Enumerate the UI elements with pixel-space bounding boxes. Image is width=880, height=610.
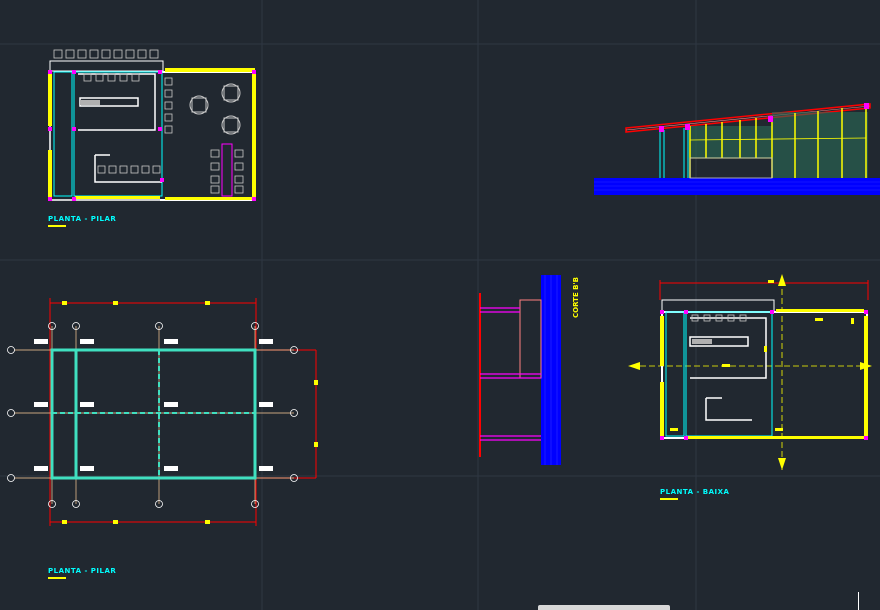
plan-bottom-left [7, 298, 318, 526]
plan-right-baixa [628, 274, 872, 470]
plan-right-label-underline [660, 498, 678, 500]
tables [189, 83, 241, 135]
cad-drawing-canvas[interactable] [0, 0, 880, 610]
plan-top-label: PLANTA - PILAR [48, 215, 117, 223]
viewport-grid [0, 0, 880, 610]
plan-top-label-underline [48, 225, 66, 227]
plan-bottom-label-underline [48, 577, 66, 579]
crosshair-cursor [858, 592, 859, 610]
status-bar[interactable] [538, 605, 670, 610]
section-label: CORTE B'B [572, 277, 580, 318]
chair-row-top [53, 49, 159, 59]
plan-right-label: PLANTA - BAIXA [660, 488, 730, 496]
lower-stools [97, 165, 161, 174]
section-corte [479, 275, 561, 465]
elevation-top-right [594, 103, 880, 195]
plan-bottom-label: PLANTA - PILAR [48, 567, 117, 575]
plan-top-left [48, 49, 256, 201]
